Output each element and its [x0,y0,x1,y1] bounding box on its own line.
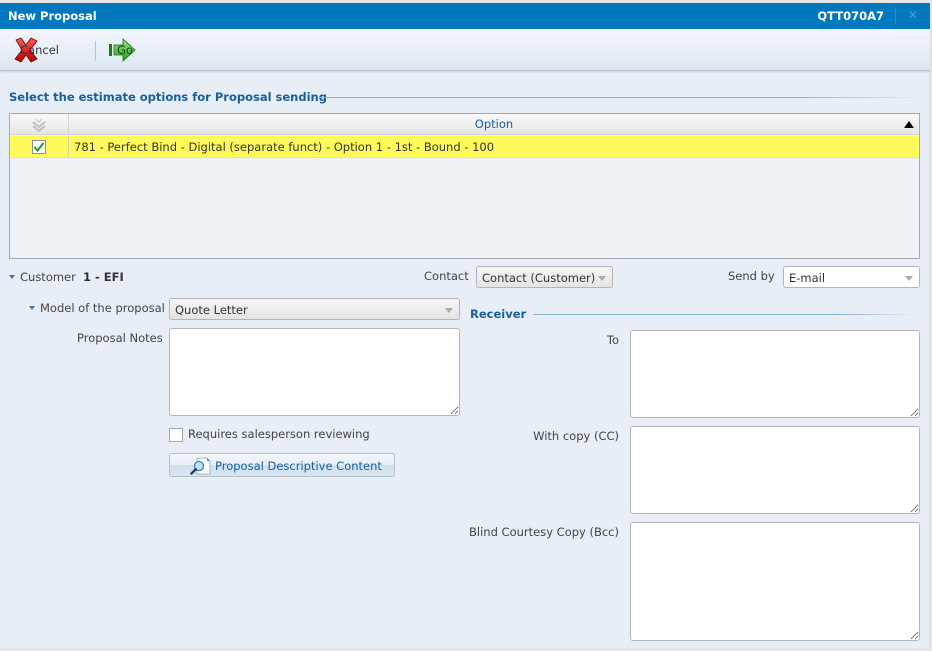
chevron-down-icon [445,308,453,313]
requires-review-checkbox[interactable] [169,428,183,442]
proposal-notes-label: Proposal Notes [77,331,163,345]
screen-code: QTT070A7 [817,9,884,23]
toolbar-divider [95,41,96,61]
contact-select[interactable]: Contact (Customer) [476,266,613,288]
requires-review-label[interactable]: Requires salesperson reviewing [188,427,370,441]
receiver-divider [533,314,917,315]
select-all-header[interactable] [10,114,69,135]
close-icon[interactable]: ✕ [908,8,918,22]
sort-ascending-icon[interactable] [904,121,914,128]
cc-textarea[interactable] [630,426,920,514]
cancel-button[interactable]: Cancel [12,35,59,65]
bcc-textarea[interactable] [630,522,920,641]
select-all-icon [32,117,46,132]
descriptive-content-label: Proposal Descriptive Content [215,459,382,473]
to-textarea[interactable] [630,330,920,418]
to-label: To [606,333,619,347]
option-header-label: Option [474,117,514,131]
estimate-options-grid: Option 781 - Perfect Bind - Digital (sep… [9,113,920,259]
chevron-down-icon [598,276,606,281]
expand-triangle-icon [29,305,35,310]
title-separator [895,7,896,25]
customer-value: 1 - EFI [83,270,124,284]
option-cell: 781 - Perfect Bind - Digital (separate f… [74,140,495,154]
go-label: Go [117,43,133,57]
new-proposal-window: New Proposal QTT070A7 ✕ Cancel Go Select… [0,3,930,648]
proposal-descriptive-content-button[interactable]: Proposal Descriptive Content [169,453,395,477]
cancel-label: Cancel [20,43,59,57]
row-checkbox[interactable] [32,140,46,154]
go-button[interactable]: Go [108,35,136,65]
contact-label: Contact [424,269,469,283]
model-value: Quote Letter [175,303,248,317]
option-column-header[interactable]: Option [69,114,919,135]
title-bar: New Proposal QTT070A7 ✕ [0,3,930,29]
toolbar: Cancel Go [0,29,930,71]
grid-header: Option [10,114,919,135]
document-search-icon [190,457,211,475]
cc-label: With copy (CC) [533,429,619,443]
model-select[interactable]: Quote Letter [169,298,460,320]
customer-label[interactable]: Customer [9,270,76,284]
row-select-cell[interactable] [10,136,69,158]
proposal-notes-textarea[interactable] [169,328,460,416]
chevron-down-icon [905,276,913,281]
window-title: New Proposal [8,9,97,23]
send-by-select[interactable]: E-mail [783,266,920,288]
send-by-label: Send by [728,269,775,283]
section-divider [319,97,922,98]
table-row[interactable]: 781 - Perfect Bind - Digital (separate f… [10,136,919,158]
contact-value: Contact (Customer) [482,271,596,285]
model-label[interactable]: Model of the proposal [29,301,165,315]
receiver-section-title: Receiver [470,307,527,321]
estimate-section-title: Select the estimate options for Proposal… [9,90,327,104]
expand-triangle-icon [9,274,15,279]
checkmark-icon [33,142,45,153]
bcc-label: Blind Courtesy Copy (Bcc) [469,525,619,539]
send-by-value: E-mail [789,271,826,285]
